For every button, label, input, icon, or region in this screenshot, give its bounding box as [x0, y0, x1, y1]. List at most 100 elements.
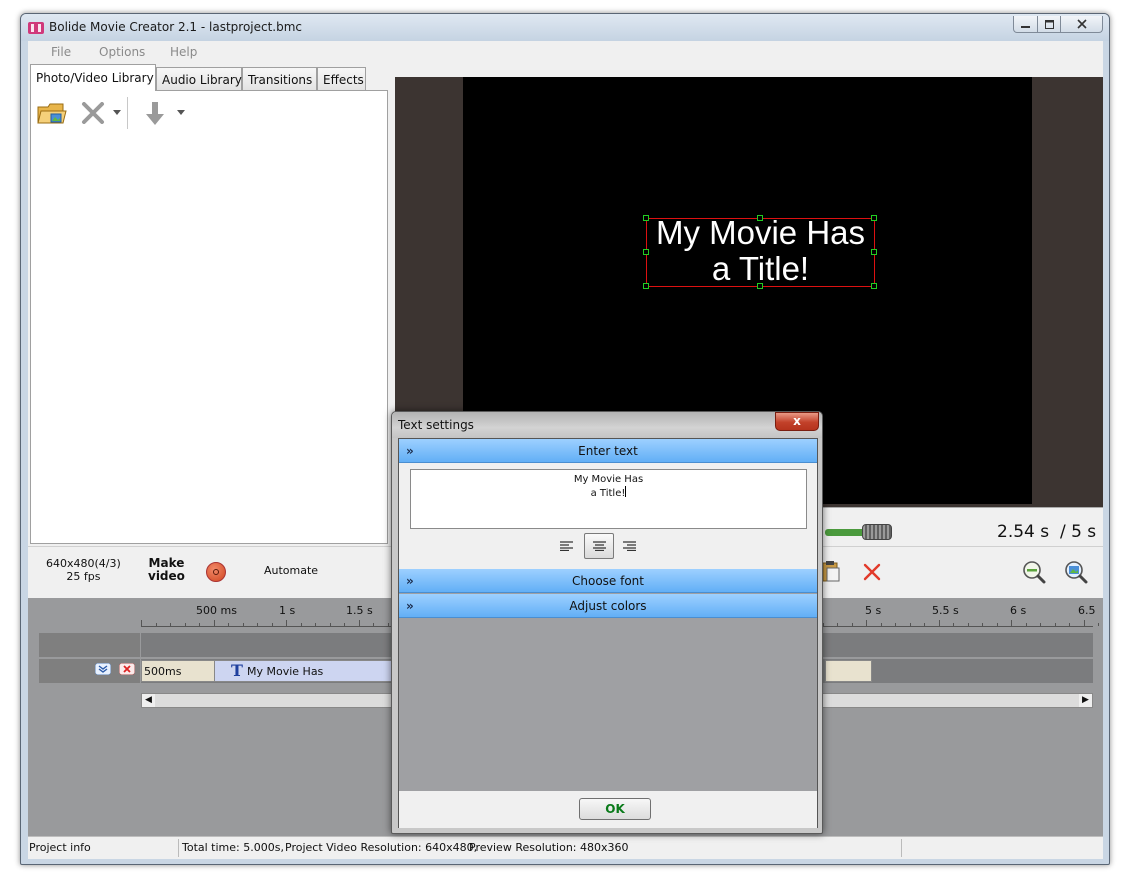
align-right-button[interactable] [614, 533, 644, 559]
automate-button[interactable]: Automate [264, 564, 318, 577]
status-divider [178, 839, 179, 857]
menu-help[interactable]: Help [170, 45, 197, 59]
minimize-button[interactable] [1013, 16, 1038, 33]
ruler-tick [1098, 623, 1099, 626]
ruler-tick [373, 623, 374, 626]
dialog-close-button[interactable]: x [775, 412, 819, 431]
menu-options[interactable]: Options [99, 45, 145, 59]
record-button[interactable] [206, 562, 226, 582]
tab-transitions[interactable]: Transitions [242, 67, 317, 90]
chevron-right-icon: » [406, 599, 414, 613]
ruler-tick [880, 623, 882, 626]
paste-icon[interactable] [821, 559, 841, 583]
gap-clip[interactable] [825, 660, 872, 682]
track-header [39, 633, 140, 657]
align-center-button[interactable] [584, 533, 614, 559]
status-project-resolution: Project Video Resolution: 640x480, [285, 841, 478, 854]
status-preview-resolution: Preview Resolution: 480x360 [469, 841, 629, 854]
input-line2: a Title! [590, 488, 626, 499]
title-selection-box[interactable]: My Movie Has a Title! [643, 215, 877, 289]
resize-handle[interactable] [757, 215, 763, 221]
resize-handle[interactable] [643, 283, 649, 289]
resize-handle[interactable] [757, 283, 763, 289]
section-adjust-colors[interactable]: » Adjust colors [399, 594, 817, 618]
delete-icon[interactable] [81, 102, 105, 124]
ruler-tick [257, 623, 258, 626]
resolution-label: 640x480(4/3) [46, 557, 121, 570]
section-choose-font[interactable]: » Choose font [399, 569, 817, 593]
ruler-tick [996, 623, 998, 626]
delete-dropdown-chevron-icon[interactable] [113, 110, 121, 115]
ruler-tick [938, 620, 940, 626]
tick-label: 1.5 s [346, 604, 373, 617]
align-center-icon [592, 541, 606, 551]
title-bar[interactable]: Bolide Movie Creator 2.1 - lastproject.b… [21, 14, 1109, 41]
resize-handle[interactable] [871, 249, 877, 255]
status-total-time: Total time: 5.000s, [182, 841, 284, 854]
open-folder-icon[interactable] [37, 99, 67, 127]
zoom-fit-icon[interactable] [1064, 560, 1088, 584]
menu-file[interactable]: File [51, 45, 71, 59]
ruler-tick [184, 623, 186, 626]
gap-clip[interactable]: 500ms [141, 660, 215, 682]
chevron-right-icon: » [406, 574, 414, 588]
ruler-tick [155, 623, 157, 626]
ruler-tick [837, 623, 838, 626]
remove-icon[interactable] [863, 563, 881, 581]
zoom-out-icon[interactable] [1022, 560, 1046, 584]
title-text-input[interactable]: My Movie Has a Title! [410, 469, 807, 529]
ruler-tick [344, 623, 345, 626]
dialog-title-bar[interactable]: Text settings x [392, 412, 822, 438]
photo-video-library-panel[interactable] [30, 90, 388, 544]
ok-button[interactable]: OK [579, 798, 651, 820]
text-cursor [625, 486, 627, 497]
scroll-right-icon[interactable]: ▶ [1079, 694, 1092, 707]
tab-audio-library[interactable]: Audio Library [156, 67, 242, 90]
section-choose-font-label: Choose font [572, 574, 644, 588]
library-toolbar [31, 91, 387, 135]
tick-label: 1 s [279, 604, 296, 617]
move-down-icon[interactable] [145, 101, 165, 126]
section-enter-text[interactable]: » Enter text [399, 439, 817, 463]
preview-title-text: My Movie Has a Title! [647, 215, 874, 287]
ruler-tick [213, 620, 215, 626]
volume-slider-knob[interactable] [862, 524, 892, 540]
status-bar: Project info Total time: 5.000s, Project… [28, 836, 1103, 859]
ruler-tick [1011, 620, 1012, 626]
ruler-tick [967, 623, 969, 626]
ruler-tick [387, 623, 389, 626]
align-left-button[interactable] [551, 533, 581, 559]
tab-photo-video-library[interactable]: Photo/Video Library [30, 64, 156, 91]
dialog-body: » Enter text My Movie Has a Title! » Cho… [398, 438, 818, 828]
minimize-icon [1021, 25, 1030, 28]
expand-track-icon[interactable] [95, 663, 111, 675]
project-resolution-info[interactable]: 640x480(4/3) 25 fps [46, 557, 121, 583]
tick-label: 500 ms [196, 604, 237, 617]
tab-effects[interactable]: Effects [317, 67, 366, 90]
make-video-button[interactable]: Make video [148, 557, 185, 583]
text-clip-icon: T [231, 661, 243, 680]
ruler-tick [866, 620, 867, 626]
status-divider [901, 839, 902, 857]
maximize-button[interactable] [1037, 16, 1061, 33]
enter-text-panel: My Movie Has a Title! [399, 463, 817, 569]
ruler-tick [286, 620, 287, 626]
status-project-info: Project info [29, 841, 91, 854]
resize-handle[interactable] [871, 283, 877, 289]
resize-handle[interactable] [871, 215, 877, 221]
tick-label: 5.5 s [932, 604, 959, 617]
app-logo-icon [28, 22, 44, 34]
tick-label: 5 s [865, 604, 882, 617]
toolbar-separator [127, 97, 128, 129]
resize-handle[interactable] [643, 215, 649, 221]
resize-handle[interactable] [643, 249, 649, 255]
remove-track-icon[interactable] [119, 663, 135, 675]
close-window-button[interactable] [1060, 16, 1103, 33]
ruler-tick [982, 623, 983, 626]
ruler-tick [1040, 623, 1041, 626]
ruler-tick [895, 623, 896, 626]
ruler-tick [170, 623, 171, 626]
move-dropdown-chevron-icon[interactable] [177, 110, 185, 115]
scroll-left-icon[interactable]: ◀ [142, 694, 155, 707]
ruler-tick [141, 620, 142, 626]
